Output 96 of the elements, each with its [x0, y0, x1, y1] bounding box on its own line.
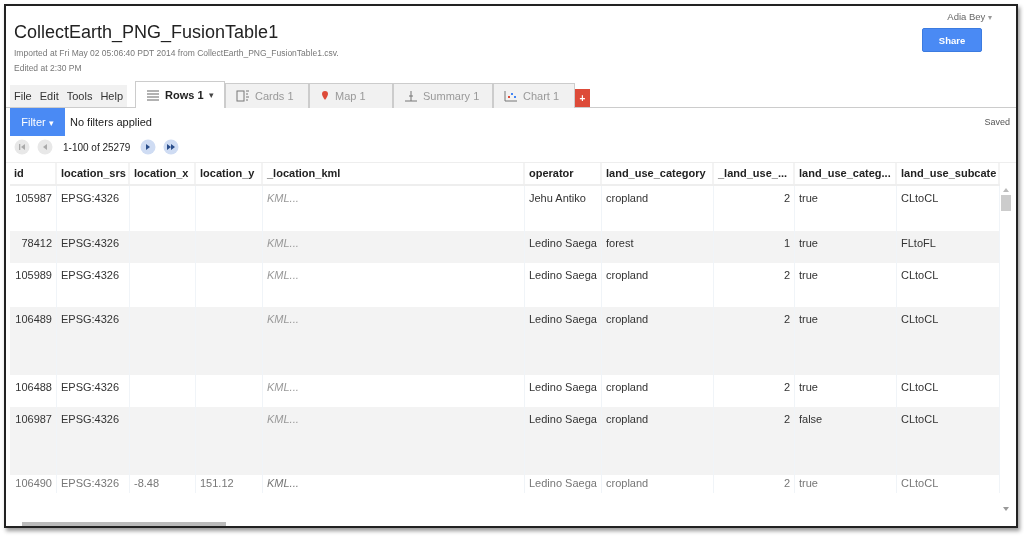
- srs-cell: EPSG:4326: [61, 477, 120, 489]
- category-cell: cropland: [606, 192, 649, 204]
- next-page-icon[interactable]: [140, 139, 157, 155]
- kml-cell: KML...: [267, 413, 299, 425]
- operator-cell: Ledino Saega: [529, 237, 597, 249]
- srs-cell: EPSG:4326: [61, 192, 120, 204]
- operator-cell: Ledino Saega: [529, 269, 597, 281]
- id-cell: 106987: [15, 413, 52, 425]
- srs-cell: EPSG:4326: [61, 413, 120, 425]
- number-cell: 2: [783, 381, 790, 393]
- list-icon: [146, 89, 160, 101]
- srs-cell: EPSG:4326: [61, 381, 120, 393]
- subcategory-cell: CLtoCL: [901, 269, 939, 281]
- scroll-down-icon[interactable]: [1002, 506, 1010, 512]
- vertical-scrollbar-thumb[interactable]: [1001, 195, 1011, 211]
- id-cell: 106489: [15, 313, 52, 325]
- number-cell: 2: [783, 269, 790, 281]
- document-title: CollectEarth_PNG_FusionTable1: [14, 22, 280, 43]
- kml-cell: KML...: [267, 192, 299, 204]
- column-header[interactable]: _land_use_...: [714, 163, 795, 184]
- boolean-cell: true: [799, 192, 818, 204]
- column-header[interactable]: location_x: [130, 163, 196, 184]
- filter-status: No filters applied: [70, 116, 153, 128]
- page-range: 1-100 of 25279: [63, 141, 131, 153]
- document-info: Imported at Fri May 02 05:06:40 PDT 2014 from CollectEarth_PNG_FusionTable1.csv.: [14, 47, 339, 60]
- kml-cell: KML...: [267, 313, 299, 325]
- subcategory-cell: CLtoCL: [901, 477, 939, 489]
- boolean-cell: true: [799, 313, 818, 325]
- operator-cell: Ledino Saega: [529, 477, 597, 489]
- subcategory-cell: FLtoFL: [901, 237, 936, 249]
- scroll-up-icon[interactable]: [1002, 187, 1010, 193]
- menu-item[interactable]: Tools: [62, 90, 97, 102]
- boolean-cell: true: [799, 269, 818, 281]
- column-header[interactable]: location_y: [196, 163, 263, 184]
- kml-cell: KML...: [267, 381, 299, 393]
- subcategory-cell: CLtoCL: [901, 381, 939, 393]
- scatter-chart-icon: [504, 90, 518, 102]
- operator-cell: Jehu Antiko: [529, 192, 586, 204]
- number-cell: 1: [783, 237, 790, 249]
- table-row[interactable]: 106987 EPSG:4326 KML... Ledino Saega cropland 2 false CLtoCL: [10, 407, 1000, 475]
- boolean-cell: false: [799, 413, 823, 425]
- add-tab-button[interactable]: +: [575, 89, 590, 107]
- column-header[interactable]: id: [10, 163, 57, 184]
- table-row[interactable]: 106489 EPSG:4326 KML... Ledino Saega cropland 2 true CLtoCL: [10, 307, 1000, 375]
- map-pin-icon: [320, 90, 330, 102]
- summary-icon: [404, 90, 418, 102]
- coordinate-cell: -8.48: [134, 477, 160, 489]
- column-header[interactable]: land_use_categ...: [795, 163, 897, 184]
- category-cell: cropland: [606, 269, 649, 281]
- number-cell: 2: [783, 192, 790, 204]
- subcategory-cell: CLtoCL: [901, 192, 939, 204]
- menu-item[interactable]: Edit: [35, 90, 63, 102]
- last-page-icon[interactable]: [163, 139, 180, 155]
- category-cell: cropland: [606, 477, 649, 489]
- boolean-cell: true: [799, 237, 818, 249]
- column-header[interactable]: operator: [525, 163, 602, 184]
- category-cell: cropland: [606, 381, 649, 393]
- operator-cell: Ledino Saega: [529, 313, 597, 325]
- number-cell: 2: [783, 413, 790, 425]
- id-cell: 105987: [15, 192, 52, 204]
- table-row[interactable]: 106490 EPSG:4326 -8.48 151.12 KML... Ledino Saega cropland 2 true CLtoCL: [10, 475, 1000, 493]
- column-header[interactable]: land_use_category: [602, 163, 714, 184]
- category-cell: cropland: [606, 313, 649, 325]
- id-cell: 105989: [15, 269, 52, 281]
- table-row[interactable]: 78412 EPSG:4326 KML... Ledino Saega forest 1 true FLtoFL: [10, 231, 1000, 263]
- kml-cell: KML...: [267, 237, 299, 249]
- boolean-cell: true: [799, 477, 818, 489]
- document-info: Edited at 2:30 PM: [14, 62, 83, 75]
- operator-cell: Ledino Saega: [529, 413, 597, 425]
- subcategory-cell: CLtoCL: [901, 413, 939, 425]
- kml-cell: KML...: [267, 269, 299, 281]
- id-cell: 106488: [15, 381, 52, 393]
- srs-cell: EPSG:4326: [61, 237, 120, 249]
- category-cell: forest: [606, 237, 634, 249]
- number-cell: 2: [783, 477, 790, 489]
- user-menu[interactable]: Adia Bey ▾: [947, 11, 992, 22]
- number-cell: 2: [783, 313, 790, 325]
- operator-cell: Ledino Saega: [529, 381, 597, 393]
- boolean-cell: true: [799, 381, 818, 393]
- coordinate-cell: 151.12: [200, 477, 234, 489]
- horizontal-scrollbar-thumb[interactable]: [22, 522, 226, 526]
- column-header[interactable]: land_use_subcate: [897, 163, 1000, 184]
- srs-cell: EPSG:4326: [61, 313, 120, 325]
- id-cell: 106490: [15, 477, 52, 489]
- menu-item[interactable]: File: [10, 90, 36, 102]
- kml-cell: KML...: [267, 477, 299, 489]
- column-header[interactable]: location_srs: [57, 163, 130, 184]
- id-cell: 78412: [21, 237, 52, 249]
- column-header[interactable]: _location_kml: [263, 163, 525, 184]
- cards-icon: [236, 90, 250, 102]
- menu-item[interactable]: Help: [96, 90, 127, 102]
- save-status: Saved: [984, 117, 1010, 127]
- category-cell: cropland: [606, 413, 649, 425]
- srs-cell: EPSG:4326: [61, 269, 120, 281]
- tab[interactable]: Rows 1 ▾: [135, 81, 225, 108]
- subcategory-cell: CLtoCL: [901, 313, 939, 325]
